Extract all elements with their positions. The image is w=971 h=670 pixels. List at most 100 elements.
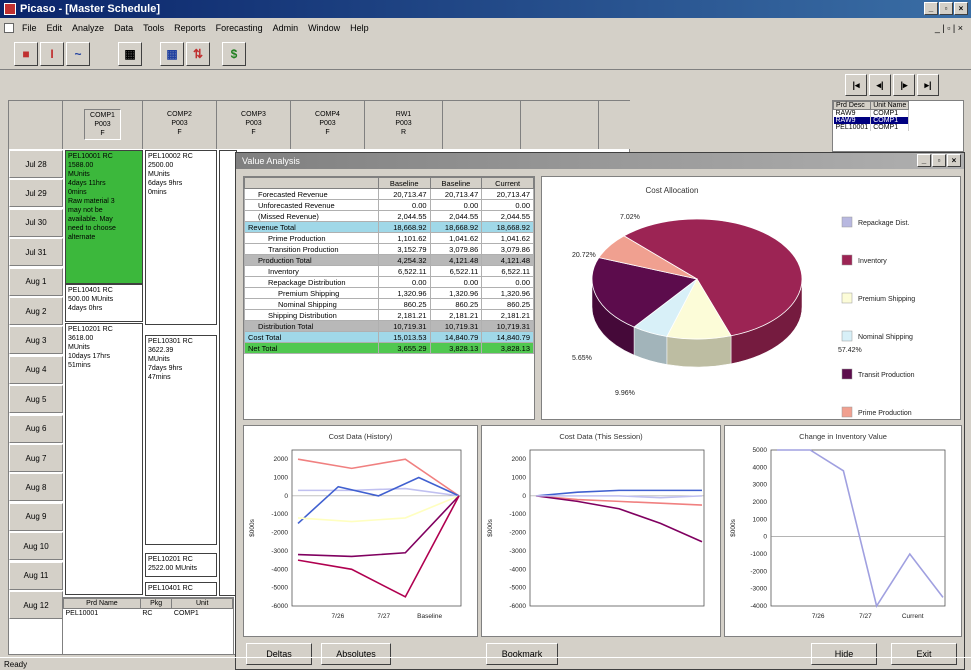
va-row-label: Repackage Distribution [244,276,379,288]
va-row-label: Unforecasted Revenue [244,199,379,211]
table-row[interactable]: Net Total 3,655.29 3,828.13 3,828.13 [244,342,534,354]
column-rw1[interactable]: RW1 P003 R [365,101,443,149]
legend-swatch [841,368,853,380]
row-header[interactable]: Aug 11 [9,561,63,590]
menu-help[interactable]: Help [345,23,374,33]
table-row[interactable]: PEL10001 RC COMP1 [64,609,233,619]
minimize-button[interactable]: _ [917,154,931,167]
va-cell: 18,668.92 [377,221,431,233]
va-column-header[interactable]: Baseline [377,177,431,189]
list-cell: COMP1 [870,117,910,124]
table-row[interactable]: Forecasted Revenue 20,713.47 20,713.47 20,7… [244,188,534,200]
list-item[interactable]: RAW9 COMP1 [833,109,910,117]
table-row[interactable]: Distribution Total 10,719.31 10,719.31 10,7… [244,320,534,332]
table-row[interactable]: Unforecasted Revenue 0.00 0.00 0.00 [244,199,534,211]
chart-tool-button[interactable]: ~ [66,42,90,66]
table-row[interactable]: Shipping Distribution 2,181.21 2,181.21 2,1… [244,309,534,321]
y-tick-label: 2000 [274,456,289,463]
schedule-block[interactable]: PEL10201 RC 2522.00 MUnits [145,553,217,577]
va-cell: 1,320.96 [429,287,483,299]
table-row[interactable]: Repackage Distribution 0.00 0.00 0.00 [244,276,534,288]
schedule-block[interactable]: PEL10001 RC 1588.00 MUnits 4days 11hrs 0… [65,150,143,284]
chart-title: Cost Data (History) [329,432,393,441]
value-tool-button[interactable]: $ [222,42,246,66]
va-cell: 1,041.62 [481,232,534,244]
menu-window[interactable]: Window [303,23,345,33]
sort-tool-button[interactable]: ⇅ [186,42,210,66]
va-cell: 2,044.55 [377,210,431,222]
table-tool-button[interactable]: ▦ [160,42,184,66]
row-header[interactable]: Aug 4 [9,355,63,384]
prev-icon[interactable]: ◂| [869,74,891,96]
minimize-button[interactable]: _ [924,2,938,15]
column-comp4[interactable]: COMP4 P003 F [291,101,365,149]
last-icon[interactable]: ▸| [917,74,939,96]
menu-data[interactable]: Data [109,23,138,33]
row-header[interactable]: Aug 2 [9,297,63,325]
product-list[interactable]: Prd Desc Unit Name RAW9 COMP1 RAW9 COMP1 PE… [832,100,964,152]
schedule-block[interactable]: PEL10002 RC 2500.00 MUnits 6days 9hrs 0m… [145,150,217,325]
table-row[interactable]: Prime Production 1,101.62 1,041.62 1,041.62 [244,232,534,244]
close-button[interactable]: × [947,154,961,167]
value-analysis-window: Value Analysis _ ▫ × Baseline Baseline Cur… [235,152,965,670]
table-row[interactable]: Nominal Shipping 860.25 860.25 860.25 [244,298,534,310]
maximize-button[interactable]: ▫ [932,154,946,167]
legend-label: Repackage Dist. [858,220,909,227]
value-analysis-title-bar[interactable]: Value Analysis _ ▫ × [236,153,964,169]
menu-edit[interactable]: Edit [42,23,68,33]
menu-reports[interactable]: Reports [169,23,211,33]
menu-admin[interactable]: Admin [268,23,304,33]
list-header[interactable]: Prd Desc [833,101,872,110]
table-row[interactable]: Transition Production 3,152.79 3,079.86 3,0… [244,243,534,255]
column-comp1[interactable]: COMP1 P003 F [63,101,143,149]
list-item[interactable]: RAW9 COMP1 [833,117,910,124]
va-column-header[interactable]: Baseline [429,177,483,189]
table-row[interactable]: Premium Shipping 1,320.96 1,320.96 1,320.96 [244,287,534,299]
schedule-block[interactable]: PEL10401 RC [145,582,217,596]
table-row[interactable]: Production Total 4,254.32 4,121.48 4,121.48 [244,254,534,266]
row-header[interactable]: Aug 7 [9,444,63,472]
row-header[interactable]: Aug 8 [9,473,63,502]
row-header[interactable]: Aug 9 [9,502,63,531]
table-row[interactable]: Inventory 6,522.11 6,522.11 6,522.11 [244,265,534,277]
menu-analyze[interactable]: Analyze [67,23,109,33]
cost-history-chart: Cost Data (History) 2000 1000 0 -1000 -2000 -3… [243,425,478,637]
menu-file[interactable]: File [17,23,42,33]
row-header[interactable]: Aug 10 [9,532,63,561]
table-row[interactable]: (Missed Revenue) 2,044.55 2,044.55 2,044.55 [244,210,534,222]
column-comp3[interactable]: COMP3 P003 F [217,101,291,149]
table-row[interactable]: Revenue Total 18,668.92 18,668.92 18,668.92 [244,221,534,233]
grid-tool-button[interactable]: ▦ [118,42,142,66]
row-header[interactable]: Jul 29 [9,179,63,208]
row-header[interactable]: Aug 1 [9,267,63,296]
row-header[interactable]: Jul 31 [9,238,63,267]
menu-tools[interactable]: Tools [138,23,169,33]
row-header[interactable]: Aug 12 [9,591,63,619]
document-icon[interactable] [4,23,14,33]
x-tick-label: 7/26 [812,613,825,620]
maximize-button[interactable]: ▫ [939,2,953,15]
row-header[interactable]: Aug 6 [9,414,63,443]
column-comp2[interactable]: COMP2 P003 F [143,101,217,149]
row-header[interactable]: Jul 28 [9,150,63,178]
info-tool-button[interactable]: I [40,42,64,66]
menu-forecasting[interactable]: Forecasting [211,23,268,33]
mdi-controls[interactable]: _ | ▫ | × [935,23,963,33]
schedule-block[interactable]: PEL10201 RC 3618.00 MUnits 10days 17hrs … [65,323,143,595]
va-cell: 10,719.31 [481,320,534,332]
schedule-block[interactable]: PEL10401 RC 500.00 MUnits 4days 0hrs [65,284,143,322]
row-header[interactable]: Aug 3 [9,326,63,355]
list-item[interactable]: PEL10001 COMP1 [833,124,910,131]
legend-swatch [841,406,853,418]
schedule-tool-button[interactable]: ■ [14,42,38,66]
va-column-header[interactable] [244,177,379,189]
next-icon[interactable]: |▸ [893,74,915,96]
row-header[interactable]: Aug 5 [9,385,63,414]
close-button[interactable]: × [954,2,968,15]
first-icon[interactable]: |◂ [845,74,867,96]
row-header[interactable]: Jul 30 [9,208,63,237]
schedule-block[interactable]: PEL10301 RC 3622.39 MUnits 7days 9hrs 47… [145,335,217,545]
list-header[interactable]: Unit Name [870,101,910,110]
va-column-header[interactable]: Current [481,177,534,189]
table-row[interactable]: Cost Total 15,013.53 14,840.79 14,840.79 [244,331,534,343]
